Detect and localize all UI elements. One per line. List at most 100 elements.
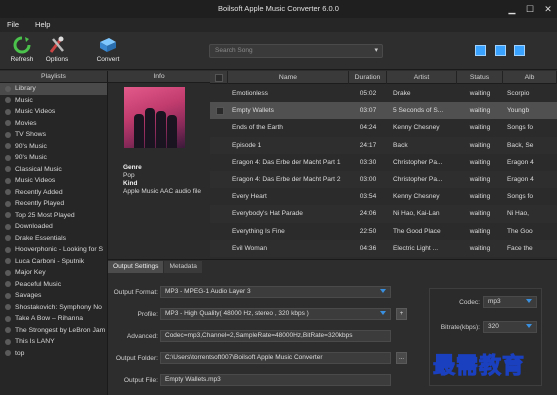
playlist-label: Take A Bow – Rihanna (15, 315, 84, 322)
cell-status: waiting (469, 141, 491, 149)
playlist-item[interactable]: Hooverphonic - Looking for S (0, 244, 107, 256)
playlist-item[interactable]: TV Shows (0, 129, 107, 141)
table-row[interactable]: Episode 1 24:17 Back waiting Back, Se (210, 136, 557, 154)
playlist-label: Hooverphonic - Looking for S (15, 246, 104, 253)
view-icon-2[interactable] (495, 45, 506, 56)
table-row[interactable]: Everybody's Hat Parade 24:06 Ni Hao, Kai-L… (210, 205, 557, 223)
playlist-item[interactable]: Shostakovich: Symphony No (0, 302, 107, 314)
playlist-item[interactable]: Music Videos (0, 175, 107, 187)
close-icon[interactable]: ✕ (539, 0, 557, 18)
col-status[interactable]: Status (457, 71, 503, 84)
playlist-item[interactable]: The Strongest by LeBron Jam (0, 325, 107, 337)
playlist-item[interactable]: Classical Music (0, 164, 107, 176)
options-button[interactable]: Options (42, 36, 72, 63)
cell-artist: The Good Place (393, 227, 441, 235)
output-format-select[interactable]: MP3 - MPEG-1 Audio Layer 3 (160, 286, 391, 298)
options-label: Options (45, 56, 69, 63)
view-icon-1[interactable] (475, 45, 486, 56)
convert-button[interactable]: Convert (92, 36, 124, 63)
playlist-label: Major Key (15, 269, 46, 276)
table-row[interactable]: Eragon 4: Das Erbe der Macht Part 1 03:30… (210, 154, 557, 171)
playlist-item[interactable]: Major Key (0, 267, 107, 279)
convert-label: Convert (96, 56, 120, 63)
table-header: Name Duration Artist Status Alb (210, 71, 557, 84)
playlist-icon (5, 154, 11, 161)
playlist-item[interactable]: Music Videos (0, 106, 107, 118)
output-format-value: MP3 - MPEG-1 Audio Layer 3 (165, 288, 251, 295)
col-artist[interactable]: Artist (387, 71, 457, 84)
col-album[interactable]: Alb (503, 71, 557, 84)
cell-duration: 24:06 (359, 210, 377, 218)
output-folder-label: Output Folder: (115, 355, 158, 362)
row-checkbox[interactable] (216, 106, 224, 115)
menu-help[interactable]: Help (28, 18, 57, 32)
add-profile-button[interactable]: + (396, 308, 407, 320)
playlist-icon (5, 131, 11, 138)
tab-output-settings[interactable]: Output Settings (108, 261, 164, 273)
table-row[interactable]: Emotionless 05:02 Drake waiting Scorpio (210, 85, 557, 102)
search-dropdown-icon[interactable]: ▾ (374, 45, 378, 57)
app-window: Boilsoft Apple Music Converter 6.0.0 ▁ ☐… (0, 0, 557, 395)
playlist-item[interactable]: Top 25 Most Played (0, 210, 107, 222)
playlist-item[interactable]: Take A Bow – Rihanna (0, 313, 107, 325)
table-row[interactable]: Every Heart 03:54 Kenny Chesney waiting Song… (210, 188, 557, 205)
song-table: Name Duration Artist Status Alb Emotionl… (210, 71, 557, 259)
minimize-icon[interactable]: ▁ (503, 0, 521, 18)
col-duration[interactable]: Duration (349, 71, 387, 84)
bitrate-select[interactable]: 320 (483, 321, 537, 333)
table-row[interactable]: Eragon 4: Das Erbe der Macht Part 2 03:00… (210, 171, 557, 189)
playlist-item[interactable]: Peaceful Music (0, 279, 107, 291)
playlist-label: Movies (15, 119, 37, 127)
maximize-icon[interactable]: ☐ (521, 0, 539, 18)
cell-status: waiting (469, 227, 491, 235)
cell-name: Every Heart (232, 193, 267, 201)
playlist-item[interactable]: 90's Music (0, 141, 107, 153)
playlist-item[interactable]: Savages (0, 290, 107, 302)
playlist-item[interactable]: top (0, 348, 107, 360)
playlist-item[interactable]: 90's Music (0, 152, 107, 164)
refresh-button[interactable]: Refresh (8, 36, 36, 63)
playlist-item[interactable]: Music (0, 95, 107, 107)
cell-name: Everything Is Fine (232, 227, 285, 235)
select-all-checkbox[interactable] (210, 71, 228, 84)
playlist-item[interactable]: Movies (0, 118, 107, 130)
kind-value: Apple Music AAC audio file (123, 188, 202, 195)
playlist-item[interactable]: This Is LANY (0, 336, 107, 348)
playlist-item[interactable]: Recently Added (0, 187, 107, 199)
search-input[interactable]: Search Song ▾ (209, 44, 383, 58)
menu-file[interactable]: File (0, 18, 26, 32)
table-row[interactable]: Ends of the Earth 04:24 Kenny Chesney waiti… (210, 119, 557, 136)
codec-select[interactable]: mp3 (483, 296, 537, 308)
cell-status: waiting (469, 107, 491, 115)
playlist-icon (5, 177, 11, 184)
cell-duration: 05:02 (359, 90, 377, 98)
playlist-item[interactable]: Library (0, 83, 107, 95)
browse-folder-button[interactable]: ... (396, 352, 407, 364)
title-bar: Boilsoft Apple Music Converter 6.0.0 ▁ ☐… (0, 0, 557, 18)
view-icon-3[interactable] (514, 45, 525, 56)
playlist-item[interactable]: Recently Played (0, 198, 107, 210)
col-name[interactable]: Name (228, 71, 349, 84)
table-row[interactable]: Empty Wallets 03:07 5 Seconds of S... waiti… (210, 102, 557, 120)
table-row[interactable]: Everything Is Fine 22:50 The Good Place wai… (210, 223, 557, 240)
tab-metadata[interactable]: Metadata (164, 261, 202, 273)
profile-select[interactable]: MP3 - High Quality( 48000 Hz, stereo , 3… (160, 308, 391, 320)
refresh-icon (13, 36, 31, 54)
playlist-icon (5, 189, 11, 196)
output-folder-field[interactable]: C:\Users\torrentsoft007\Boilsoft Apple M… (160, 352, 391, 364)
cell-duration: 03:07 (359, 107, 377, 115)
playlist-item[interactable]: Drake Essentials (0, 233, 107, 245)
playlist-item[interactable]: Downloaded (0, 221, 107, 233)
playlist-item[interactable]: Luca Carboni - Sputnik (0, 256, 107, 268)
track-info: Genre Pop Kind Apple Music AAC audio fil… (123, 164, 201, 196)
genre-label: Genre (123, 164, 142, 171)
output-file-field[interactable]: Empty Wallets.mp3 (160, 374, 391, 386)
playlist-icon (5, 281, 11, 288)
advanced-field[interactable]: Codec=mp3,Channel=2,SampleRate=48000Hz,B… (160, 330, 391, 342)
cell-artist: Electric Light ... (393, 244, 439, 252)
cell-artist: Kenny Chesney (393, 193, 440, 201)
cell-status: waiting (469, 210, 491, 218)
table-row[interactable]: Evil Woman 04:36 Electric Light ... waiting… (210, 239, 557, 257)
bitrate-value: 320 (488, 323, 499, 330)
playlist-label: Savages (15, 292, 42, 299)
